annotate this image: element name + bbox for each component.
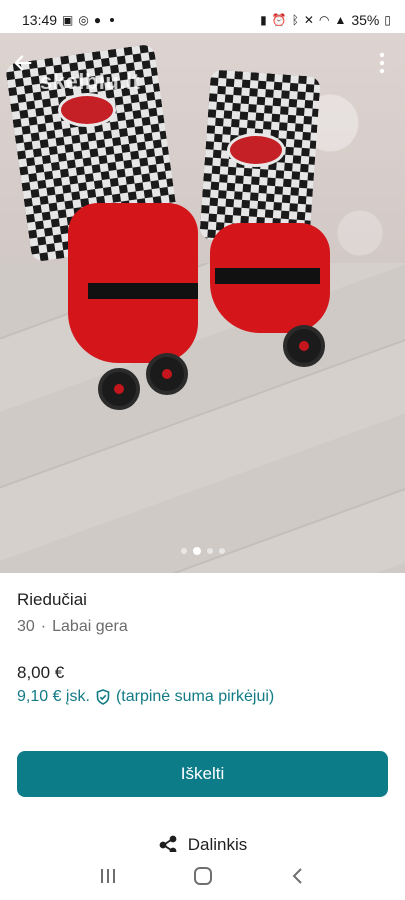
facebook-icon: ●	[93, 13, 102, 27]
status-time: 13:49	[22, 12, 58, 28]
recents-icon	[100, 869, 115, 883]
skate-right-strap	[215, 268, 320, 284]
promote-button[interactable]: Iškelti	[17, 751, 388, 797]
home-button[interactable]	[189, 862, 217, 890]
back-arrow-icon[interactable]	[10, 50, 36, 76]
carousel-dot-active[interactable]	[192, 547, 201, 555]
status-bar: 13:49 ▣ ◎ ● ▮ ⏰ ᛒ ✕ ◠ ▲ 35% ▯	[0, 0, 405, 40]
wifi-icon: ◠	[318, 13, 330, 27]
listing-meta: 30 · Labai gera	[17, 618, 389, 636]
buyer-price: 9,10 € įsk.	[17, 688, 90, 705]
carousel-dot[interactable]	[206, 548, 213, 554]
status-right: ▮ ⏰ ᛒ ✕ ◠ ▲ 35% ▯	[260, 12, 391, 28]
meta-separator: ·	[40, 618, 47, 635]
alarm-icon: ⏰	[271, 13, 287, 27]
listing-condition: Labai gera	[52, 618, 128, 635]
cars-logo-right	[227, 133, 285, 167]
battery-icon: ▯	[384, 13, 391, 27]
mute-icon: ✕	[303, 13, 314, 27]
skate-left-wheel	[98, 368, 140, 410]
recents-button[interactable]	[94, 862, 122, 890]
back-chevron-icon	[292, 868, 302, 884]
watermark: skelbiu.lt	[40, 69, 141, 94]
listing-title: Riedučiai	[17, 590, 87, 609]
shield-check-icon	[96, 689, 110, 705]
back-button[interactable]	[284, 862, 312, 890]
skate-right	[165, 63, 345, 383]
notification-dot-icon	[110, 18, 115, 22]
battery-saver-icon: ▮	[260, 13, 267, 27]
buyer-price-note: (tarpinė suma pirkėjui)	[115, 688, 275, 705]
at-icon: ◎	[78, 13, 89, 27]
skate-right-wheel	[283, 325, 325, 367]
home-icon	[193, 867, 212, 885]
signal-icon: ▲	[334, 13, 347, 27]
carousel-dot[interactable]	[218, 548, 225, 554]
listing-photo[interactable]: skelbiu.lt	[0, 33, 405, 573]
listing-info: Riedučiai 30 · Labai gera 8,00 € 9,10 € …	[17, 590, 389, 706]
carousel-dot[interactable]	[180, 548, 187, 554]
listing-price: 8,00 €	[17, 663, 65, 682]
status-left: 13:49 ▣ ◎ ●	[22, 12, 115, 28]
battery-percent: 35%	[351, 12, 380, 28]
more-options-icon[interactable]	[373, 50, 391, 76]
gallery-icon: ▣	[62, 13, 74, 27]
bluetooth-icon: ᛒ	[291, 13, 299, 27]
listing-size: 30	[17, 618, 35, 635]
system-nav-bar	[0, 852, 405, 900]
buyer-price-row: 9,10 € įsk. (tarpinė suma pirkėjui)	[17, 688, 389, 706]
carousel-indicator	[0, 547, 405, 555]
cars-logo-left	[58, 93, 116, 127]
